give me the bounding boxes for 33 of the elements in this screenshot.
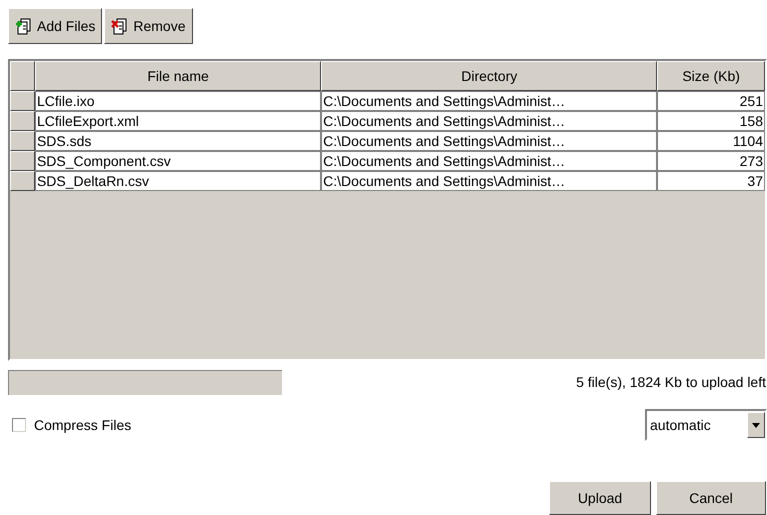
table-cell: LCfile.ixo bbox=[34, 91, 322, 111]
toolbar-button[interactable]: Remove bbox=[104, 8, 192, 44]
table-cell: 158 bbox=[657, 111, 765, 131]
table-cell: C:\Documents and Settings\Administ… bbox=[321, 131, 658, 151]
row-header[interactable] bbox=[10, 151, 35, 171]
toolbar-button[interactable]: Add Files bbox=[8, 8, 102, 44]
table-cell: SDS_DeltaRn.csv bbox=[34, 171, 322, 191]
file-x-icon bbox=[111, 17, 130, 35]
row-header[interactable] bbox=[10, 111, 35, 131]
table-cell: C:\Documents and Settings\Administ… bbox=[321, 111, 658, 131]
table-cell: C:\Documents and Settings\Administ… bbox=[321, 171, 658, 191]
file-plus-icon bbox=[15, 17, 33, 35]
status-text: 5 file(s), 1824 Kb to upload left bbox=[576, 373, 767, 392]
checkbox[interactable] bbox=[12, 418, 26, 432]
column-header[interactable]: Size (Kb) bbox=[657, 61, 765, 91]
dialog-button[interactable]: Upload bbox=[549, 481, 651, 515]
table-cell: 1104 bbox=[657, 131, 765, 151]
table-cell: 251 bbox=[657, 91, 765, 111]
row-header[interactable] bbox=[10, 171, 35, 191]
table-cell: SDS.sds bbox=[34, 131, 322, 151]
table-cell: C:\Documents and Settings\Administ… bbox=[321, 91, 658, 111]
mode-dropdown[interactable]: automatic bbox=[645, 409, 767, 441]
column-header[interactable]: File name bbox=[34, 61, 322, 91]
row-header[interactable] bbox=[10, 91, 35, 111]
dialog-button[interactable]: Cancel bbox=[656, 481, 766, 515]
table-cell: 37 bbox=[657, 171, 765, 191]
table-cell: C:\Documents and Settings\Administ… bbox=[321, 151, 658, 171]
row-header[interactable] bbox=[10, 131, 35, 151]
checkbox-label[interactable]: Compress Files bbox=[34, 414, 132, 436]
table-cell: LCfileExport.xml bbox=[34, 111, 322, 131]
column-header[interactable]: Directory bbox=[321, 61, 658, 91]
table-cell: 273 bbox=[657, 151, 765, 171]
table-cell: SDS_Component.csv bbox=[34, 151, 322, 171]
